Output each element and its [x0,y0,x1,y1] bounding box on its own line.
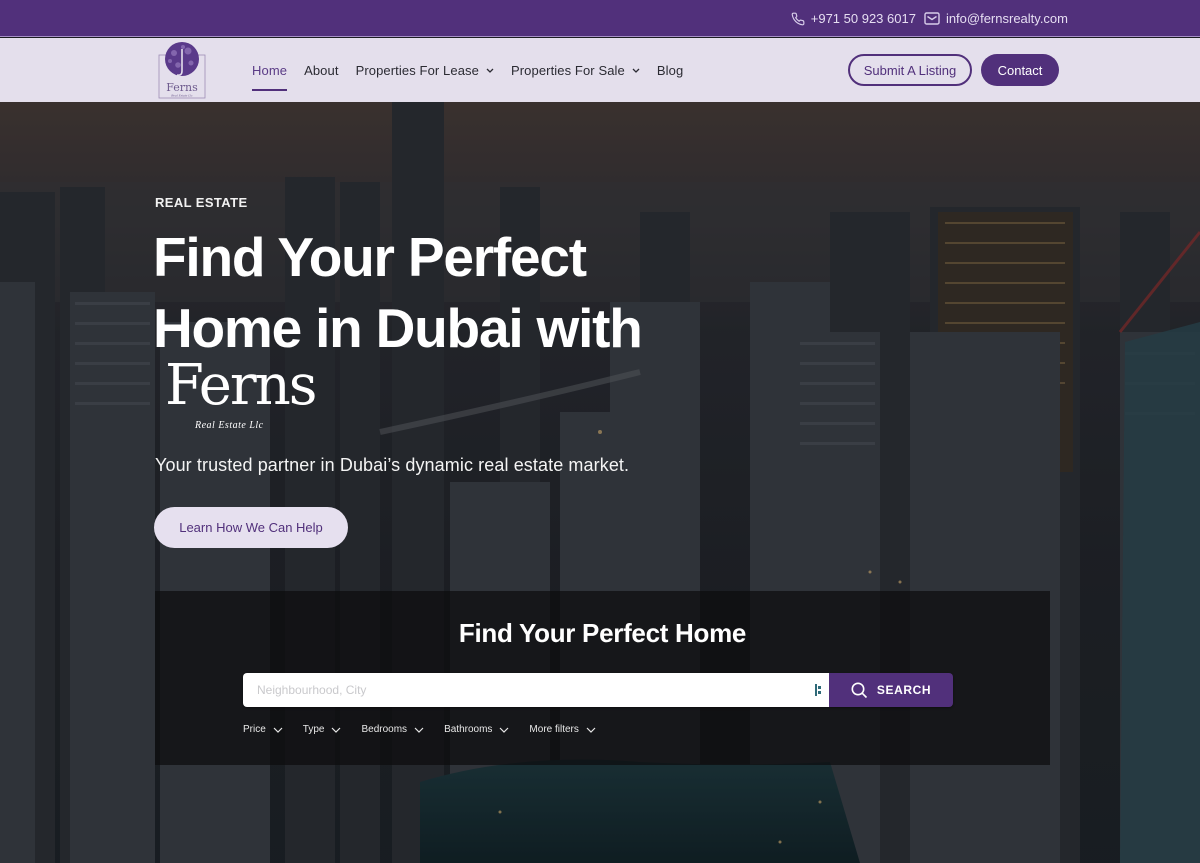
brand-wordmark-sub: Real Estate Llc [195,420,264,431]
nav-properties-for-lease[interactable]: Properties For Lease [356,38,494,102]
property-search-panel: Find Your Perfect Home SEARCH Price Type… [155,591,1050,765]
autofill-icon[interactable] [815,673,829,707]
phone-icon [791,12,805,26]
search-title: Find Your Perfect Home [458,618,747,648]
mail-icon [924,12,940,25]
phone-link[interactable]: +971 50 923 6017 [791,11,916,26]
headline-line-1: Find Your Perfect [153,226,587,288]
nav-blog[interactable]: Blog [657,38,683,102]
nav-home-label: Home [252,62,288,78]
email-address: info@fernsrealty.com [945,11,1068,26]
chevron-down-icon [273,727,283,733]
svg-text:Real Estate Llc: Real Estate Llc [170,94,193,98]
svg-text:Ferns: Ferns [166,81,198,94]
chevron-down-icon [486,68,494,73]
nav-lease-label: Properties For Lease [355,62,479,78]
main-nav: Home About Properties For Lease Properti… [252,38,683,102]
nav-sale-label: Properties For Sale [510,62,625,78]
nav-home[interactable]: Home [252,38,288,102]
chevron-down-icon [414,727,424,733]
chevron-down-icon [332,727,341,733]
phone-number: +971 50 923 6017 [810,11,916,26]
nav-about[interactable]: About [304,38,338,102]
email-link[interactable]: info@fernsrealty.com [924,11,1068,26]
contact-info: +971 50 923 6017 info@fernsrealty.com [791,0,1068,37]
filter-bedrooms-label: Bedrooms [361,724,408,735]
filter-type-label: Type [302,724,325,735]
headline-line-2: Home in Dubai with [153,297,643,359]
main-header: Ferns Real Estate Llc Home About Propert… [0,38,1200,102]
hero-eyebrow: REAL ESTATE [155,195,248,210]
contact-button[interactable]: Contact [981,54,1059,86]
filter-more-label: More filters [529,724,579,735]
top-contact-bar: +971 50 923 6017 info@fernsrealty.com [0,0,1200,37]
nav-properties-for-sale[interactable]: Properties For Sale [511,38,640,102]
ferns-brand-wordmark: Ferns Real Estate Llc [165,353,318,432]
hero-headline: Find Your Perfect Home in Dubai with [153,222,773,364]
chevron-down-icon [632,68,640,73]
filter-type[interactable]: Type [303,724,342,735]
search-filters: Price Type Bedrooms Bathrooms More filte… [243,724,616,735]
filter-bedrooms[interactable]: Bedrooms [361,724,424,735]
submit-listing-button[interactable]: Submit A Listing [848,54,972,86]
search-bar: SEARCH [243,673,953,707]
hero-tagline: Your trusted partner in Dubai’s dynamic … [155,455,630,475]
chevron-down-icon [499,727,509,733]
nav-about-label: About [304,62,339,78]
filter-price[interactable]: Price [243,724,283,735]
filter-price-label: Price [243,724,266,735]
chevron-down-icon [586,727,596,733]
ferns-logo[interactable]: Ferns Real Estate Llc [158,41,206,99]
search-button[interactable]: SEARCH [829,673,953,707]
hero-section: REAL ESTATE Find Your Perfect Home in Du… [0,102,1200,863]
search-icon [851,682,867,698]
search-button-label: SEARCH [876,683,932,697]
location-search-input[interactable] [243,673,815,707]
learn-how-button[interactable]: Learn How We Can Help [154,507,348,548]
filter-bathrooms[interactable]: Bathrooms [444,724,509,735]
brand-wordmark-main: Ferns [165,353,318,418]
filter-more[interactable]: More filters [529,724,596,735]
nav-blog-label: Blog [656,62,684,78]
filter-bathrooms-label: Bathrooms [444,724,493,735]
